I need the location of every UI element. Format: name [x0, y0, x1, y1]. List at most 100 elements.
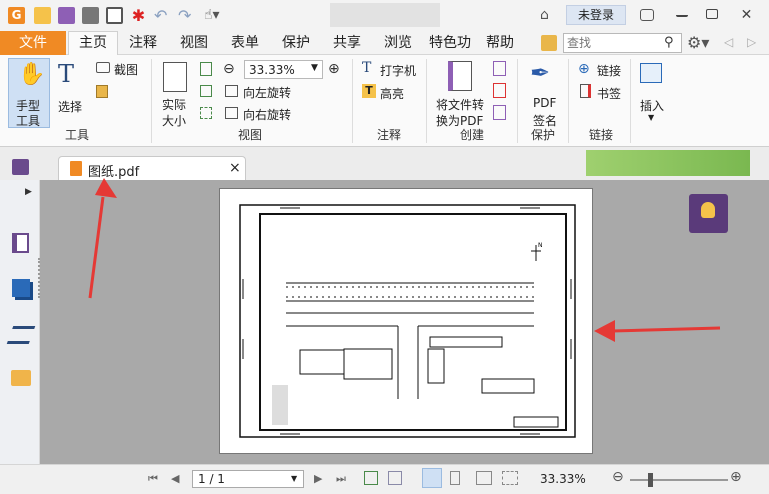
zoom-slider-track[interactable] [630, 479, 728, 481]
new-icon[interactable]: ✱ [130, 7, 147, 24]
hand-icon: ✋ [18, 62, 46, 87]
convert-label-1[interactable]: 将文件转 [436, 96, 484, 113]
title-blur [330, 3, 440, 27]
page-number-value: 1 / 1 [198, 472, 225, 486]
bookmark-label[interactable]: 书签 [597, 85, 621, 102]
actual-size-icon[interactable] [163, 62, 187, 92]
group-tools-label: 工具 [64, 128, 89, 142]
next-page-icon[interactable]: ▶ [314, 472, 322, 485]
fit-width-icon[interactable] [200, 85, 212, 97]
last-page-icon[interactable]: ⏭ [336, 472, 346, 486]
app-logo-icon: G [8, 7, 25, 24]
pdf-page[interactable]: N [219, 188, 593, 454]
create-clipboard-icon[interactable] [493, 105, 506, 120]
facing-icon[interactable] [476, 471, 492, 485]
settings-icon[interactable]: ⚙▾ [687, 33, 709, 52]
first-page-icon[interactable]: ⏮ [148, 472, 158, 486]
hand-tool-button[interactable]: ✋ 手型 工具 [8, 58, 50, 128]
clipboard-icon[interactable] [96, 85, 108, 98]
zoom-in-icon[interactable]: ⊕ [328, 61, 340, 77]
highlight-label[interactable]: 高亮 [380, 85, 404, 102]
rotate-right-label[interactable]: 向右旋转 [243, 106, 291, 123]
prev-page-icon[interactable]: ◀ [171, 472, 179, 485]
expand-panel-icon[interactable]: ▶ [25, 187, 32, 197]
tab-home[interactable]: 主页 [68, 31, 118, 56]
view-mode-icon-a[interactable] [364, 471, 378, 485]
actual-size-label-2[interactable]: 大小 [162, 112, 186, 129]
chat-icon[interactable] [640, 9, 654, 21]
zoom-in-status-icon[interactable]: ⊕ [730, 469, 742, 485]
close-window-icon[interactable]: ✕ [738, 7, 755, 24]
search-icon[interactable]: ⚲ [664, 35, 674, 50]
globe-link-icon: ⊕ [578, 61, 590, 77]
ribbon-separator [630, 59, 631, 143]
convert-pdf-icon[interactable] [448, 61, 472, 91]
pdf-sign-label-1[interactable]: PDF [533, 96, 556, 110]
login-button[interactable]: 未登录 [566, 5, 626, 25]
tab-form[interactable]: 表单 [231, 34, 259, 52]
group-comment-label: 注释 [376, 128, 401, 142]
camera-icon[interactable] [96, 62, 110, 73]
layers-icon[interactable] [6, 326, 36, 344]
ribbon: ✋ 手型 工具 T 选择 截图 工具 实际 大小 ⊖ 33.33% ▼ ⊕ 向左… [0, 55, 769, 147]
fit-page-icon[interactable] [200, 62, 212, 76]
ribbon-separator [151, 59, 152, 143]
zoom-combo[interactable]: 33.33% ▼ [244, 60, 323, 79]
zoom-out-status-icon[interactable]: ⊖ [612, 469, 624, 485]
rotate-left-label[interactable]: 向左旋转 [243, 84, 291, 101]
insert-label[interactable]: 插入 [640, 97, 664, 114]
restore-icon[interactable] [706, 9, 718, 19]
document-tab-bar: 图纸.pdf × [0, 147, 769, 180]
create-blank-icon[interactable] [493, 61, 506, 76]
nav-forward-icon[interactable]: ▷ [747, 35, 756, 49]
file-menu[interactable]: 文件 [0, 31, 66, 55]
continuous-icon[interactable] [450, 471, 460, 485]
pages-icon[interactable] [12, 233, 29, 253]
nav-back-icon[interactable]: ◁ [724, 35, 733, 49]
fit-visible-icon[interactable] [200, 107, 212, 119]
tab-view[interactable]: 视图 [180, 34, 208, 52]
zoom-out-icon[interactable]: ⊖ [223, 61, 235, 77]
insert-icon[interactable] [640, 63, 662, 83]
undo-icon[interactable]: ↶ [154, 7, 171, 24]
text-select-icon: T [58, 60, 75, 88]
hand-quick-icon[interactable]: ☝▾ [204, 7, 221, 24]
close-tab-icon[interactable]: × [229, 160, 241, 176]
tab-share[interactable]: 共享 [333, 34, 361, 52]
single-page-icon[interactable] [422, 468, 442, 488]
insert-dropdown-icon[interactable]: ▼ [648, 113, 654, 122]
document-tab[interactable]: 图纸.pdf × [58, 156, 246, 180]
properties-icon[interactable] [106, 7, 123, 24]
zoom-slider-thumb[interactable] [648, 473, 653, 487]
continuous-facing-icon[interactable] [502, 471, 518, 485]
typewriter-label[interactable]: 打字机 [380, 62, 416, 79]
tab-protect[interactable]: 保护 [282, 34, 310, 52]
zoom-value: 33.33% [249, 63, 295, 77]
tab-features[interactable]: 特色功 [429, 34, 471, 52]
tab-browse[interactable]: 浏览 [384, 34, 412, 52]
comments-icon[interactable] [11, 370, 31, 386]
print-icon[interactable] [82, 7, 99, 24]
engineering-drawing: N [239, 204, 576, 438]
tile-icon[interactable]: ⌂ [540, 7, 557, 24]
tab-comment[interactable]: 注释 [129, 34, 157, 52]
redo-icon[interactable]: ↷ [178, 7, 195, 24]
page-number-input[interactable]: 1 / 1 ▼ [192, 470, 304, 488]
save-icon[interactable] [58, 7, 75, 24]
bookmark-icon [580, 84, 591, 98]
select-button[interactable]: T 选择 [55, 58, 89, 122]
view-mode-icon-b[interactable] [388, 471, 402, 485]
open-folder-icon[interactable] [34, 7, 51, 24]
pen-sign-icon[interactable]: ✒ [530, 59, 550, 87]
minimize-icon[interactable] [676, 7, 688, 17]
create-scan-icon[interactable] [493, 83, 506, 98]
tab-help[interactable]: 帮助 [486, 34, 514, 52]
tip-bulb-button[interactable] [689, 194, 728, 233]
layers-copy-icon[interactable] [12, 279, 30, 297]
link-label[interactable]: 链接 [597, 62, 621, 79]
screenshot-label[interactable]: 截图 [114, 61, 138, 78]
group-create-label: 创建 [459, 128, 484, 142]
ribbon-separator [426, 59, 427, 143]
ribbon-separator [517, 59, 518, 143]
actual-size-label-1[interactable]: 实际 [162, 96, 186, 113]
